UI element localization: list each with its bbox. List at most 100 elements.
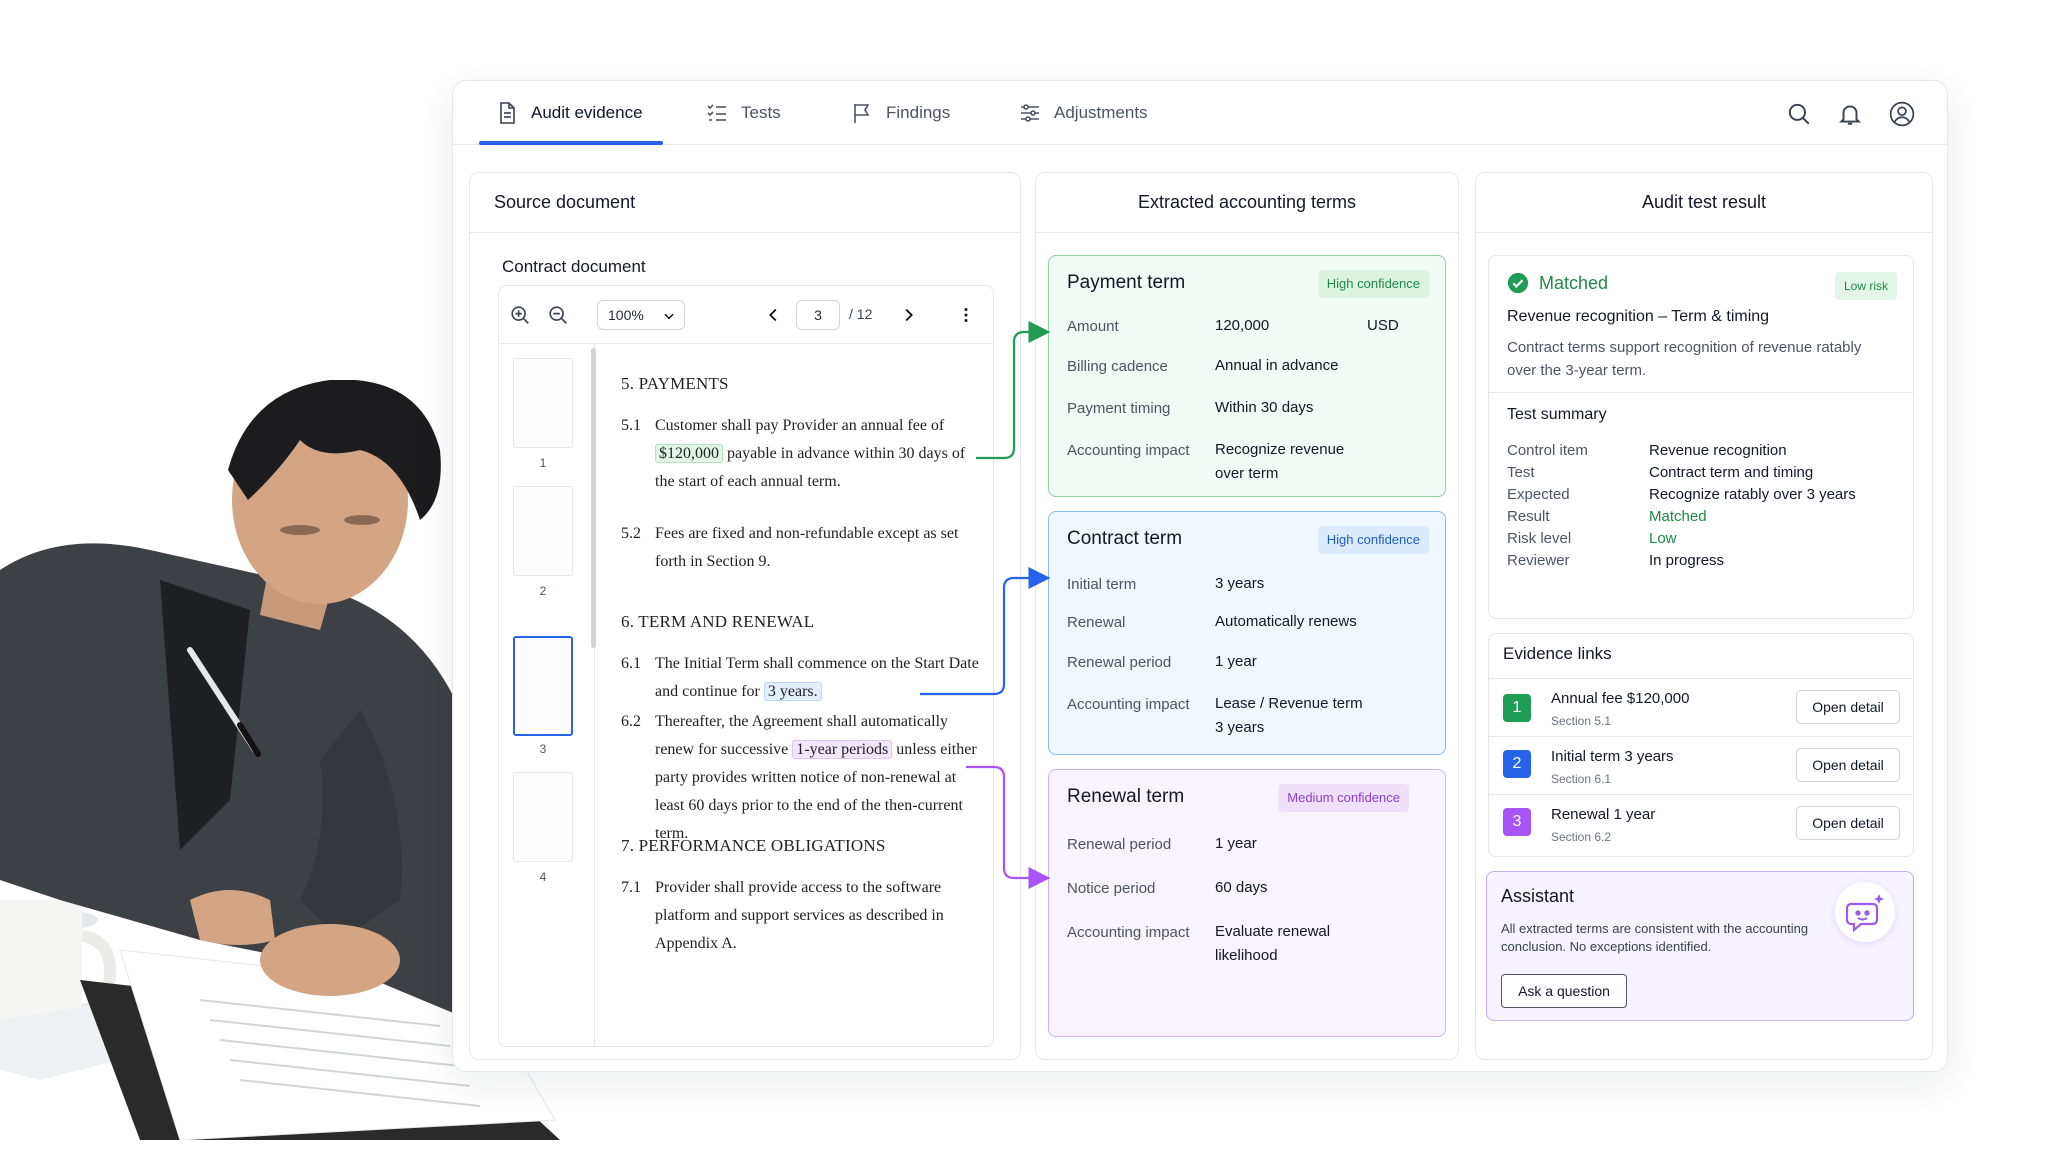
evidence-section: Section 6.1 bbox=[1551, 772, 1612, 786]
contract-term-card[interactable]: Contract term High confidence Initial te… bbox=[1048, 511, 1446, 755]
open-detail-button[interactable]: Open detail bbox=[1796, 806, 1900, 840]
section-heading: 5. PAYMENTS bbox=[621, 374, 729, 393]
assistant-bot-icon[interactable] bbox=[1835, 882, 1895, 942]
result-description: Contract terms support recognition of re… bbox=[1507, 339, 1862, 379]
page-total: / 12 bbox=[849, 306, 873, 322]
evidence-main: Annual fee $120,000 bbox=[1551, 690, 1690, 707]
assistant-message: All extracted terms are consistent with … bbox=[1501, 921, 1809, 954]
checklist-icon bbox=[707, 104, 726, 121]
thumbnail-scrollbar[interactable] bbox=[591, 348, 596, 648]
tab-label: Adjustments bbox=[1054, 103, 1148, 122]
evidence-main: Initial term 3 years bbox=[1551, 748, 1674, 765]
field-value: likelihood bbox=[1215, 947, 1278, 964]
tab-audit-evidence[interactable]: Audit evidence bbox=[495, 81, 643, 145]
clause-number: 5.1 bbox=[621, 417, 641, 434]
thumbnail-number: 1 bbox=[539, 456, 547, 470]
clause-number: 6.1 bbox=[621, 655, 641, 672]
page-number-input[interactable]: 3 bbox=[796, 300, 840, 330]
audit-test-result-panel: Audit test result Matched Low risk Reven… bbox=[1475, 172, 1933, 1060]
clause-7-1: 7.1 Provider shall provide access to the… bbox=[621, 874, 983, 958]
summary-value: Low bbox=[1649, 530, 1677, 547]
card-title: Contract term bbox=[1067, 528, 1183, 549]
summary-value: In progress bbox=[1649, 552, 1725, 569]
payment-term-card[interactable]: Payment term High confidence Amount 120,… bbox=[1048, 255, 1446, 497]
more-vertical-icon[interactable] bbox=[955, 304, 977, 326]
chevron-down-icon bbox=[664, 313, 674, 320]
field-label: Notice period bbox=[1067, 880, 1156, 897]
evidence-section: Section 5.1 bbox=[1551, 714, 1612, 728]
renewal-term-card[interactable]: Renewal term Medium confidence Renewal p… bbox=[1048, 769, 1446, 1037]
tab-findings[interactable]: Findings bbox=[850, 81, 950, 145]
summary-label: Test bbox=[1507, 464, 1535, 481]
zoom-in-icon[interactable] bbox=[509, 304, 531, 326]
field-value: over term bbox=[1215, 465, 1279, 482]
sliders-icon bbox=[1021, 104, 1039, 122]
confidence-badge: High confidence bbox=[1317, 270, 1429, 298]
tab-adjustments[interactable]: Adjustments bbox=[1018, 81, 1148, 145]
chevron-left-icon[interactable] bbox=[763, 304, 785, 326]
confidence-badge: Medium confidence bbox=[1278, 784, 1409, 812]
summary-value: Recognize ratably over 3 years bbox=[1649, 486, 1856, 503]
bell-icon[interactable] bbox=[1837, 101, 1863, 127]
page-thumbnail[interactable] bbox=[513, 772, 573, 862]
summary-value: Revenue recognition bbox=[1649, 442, 1787, 459]
app-window: Audit evidence Tests Findings Adjustment… bbox=[452, 80, 1948, 1072]
document-label: Contract document bbox=[502, 257, 646, 276]
source-document-panel: Source document Contract document 100% 3… bbox=[469, 172, 1021, 1060]
tab-label: Tests bbox=[741, 103, 781, 122]
clause-number: 6.2 bbox=[621, 713, 641, 730]
user-icon[interactable] bbox=[1889, 101, 1915, 127]
field-label: Payment timing bbox=[1067, 400, 1171, 417]
highlight-annual-fee[interactable]: $120,000 bbox=[655, 444, 723, 463]
evidence-section: Section 6.2 bbox=[1551, 830, 1612, 844]
summary-title: Test summary bbox=[1507, 406, 1607, 423]
evidence-main: Renewal 1 year bbox=[1551, 806, 1656, 823]
thumbnail-number: 2 bbox=[539, 584, 547, 598]
summary-value: Matched bbox=[1649, 508, 1707, 525]
open-detail-button[interactable]: Open detail bbox=[1796, 748, 1900, 782]
evidence-title: Evidence links bbox=[1503, 644, 1612, 663]
summary-label: Result bbox=[1507, 508, 1550, 525]
page-thumbnails: 1 2 3 4 bbox=[499, 344, 596, 1046]
status-label: Matched bbox=[1539, 272, 1609, 293]
clause-text: Customer shall pay Provider an annual fe… bbox=[655, 417, 945, 434]
clause-text: Fees are fixed and non-refundable except… bbox=[655, 525, 959, 570]
field-label: Renewal period bbox=[1067, 654, 1172, 671]
thumbnail-number: 4 bbox=[539, 870, 547, 884]
tab-label: Findings bbox=[886, 103, 951, 122]
panel-title: Source document bbox=[470, 173, 1020, 233]
field-value: Automatically renews bbox=[1215, 613, 1357, 630]
field-value: 1 year bbox=[1215, 653, 1257, 670]
page-thumbnail[interactable] bbox=[513, 358, 573, 448]
extracted-terms-panel: Extracted accounting terms Payment term … bbox=[1035, 172, 1459, 1060]
document-icon bbox=[500, 102, 515, 124]
field-label: Amount bbox=[1067, 318, 1119, 335]
summary-value: Contract term and timing bbox=[1649, 464, 1814, 481]
document-viewer: 100% 3 / 12 1 2 3 4 5. PAYMENTS 5.1 Cust… bbox=[498, 285, 994, 1047]
tab-tests[interactable]: Tests bbox=[705, 81, 781, 145]
page-thumbnail[interactable] bbox=[513, 486, 573, 576]
field-label: Billing cadence bbox=[1067, 358, 1168, 375]
field-value: Annual in advance bbox=[1215, 357, 1339, 374]
flag-icon bbox=[854, 104, 870, 123]
assistant-title: Assistant bbox=[1501, 886, 1575, 906]
assistant-box: Assistant All extracted terms are consis… bbox=[1486, 871, 1914, 1021]
open-detail-button[interactable]: Open detail bbox=[1796, 690, 1900, 724]
field-value: 3 years bbox=[1215, 575, 1265, 592]
divider bbox=[1489, 794, 1913, 795]
highlight-renewal-period[interactable]: 1-year periods bbox=[792, 740, 893, 759]
currency-value: USD bbox=[1367, 317, 1399, 334]
clause-number: 5.2 bbox=[621, 525, 641, 542]
clause-number: 7.1 bbox=[621, 879, 641, 896]
clause-text: Provider shall provide access to the sof… bbox=[655, 879, 944, 952]
divider bbox=[1489, 678, 1913, 679]
highlight-initial-term[interactable]: 3 years. bbox=[763, 682, 822, 701]
chevron-right-icon[interactable] bbox=[897, 304, 919, 326]
search-icon[interactable] bbox=[1786, 101, 1812, 127]
zoom-out-icon[interactable] bbox=[547, 304, 569, 326]
ask-question-button[interactable]: Ask a question bbox=[1501, 974, 1627, 1008]
field-label: Initial term bbox=[1067, 576, 1137, 593]
page-thumbnail-active[interactable] bbox=[513, 636, 573, 736]
zoom-select[interactable]: 100% bbox=[597, 300, 685, 330]
panel-title: Audit test result bbox=[1476, 173, 1932, 233]
